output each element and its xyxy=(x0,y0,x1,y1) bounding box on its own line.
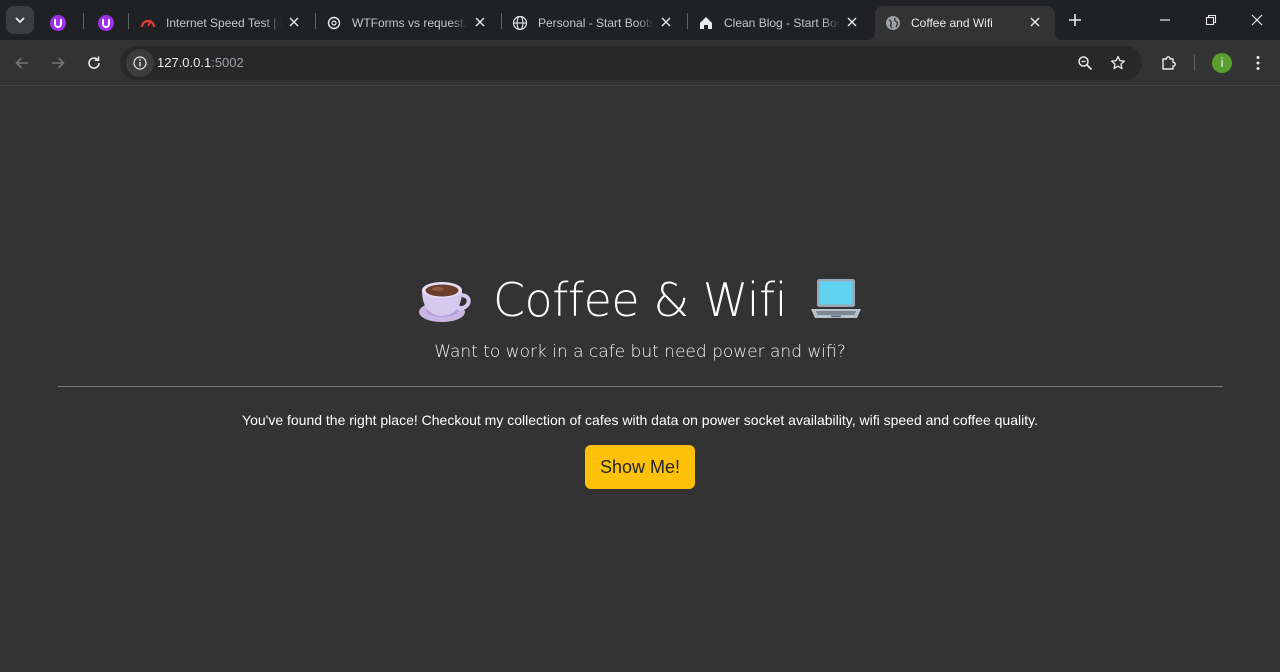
page-content: Coffee & Wifi Want to work in a cafe but… xyxy=(0,87,1280,672)
arrow-left-icon xyxy=(15,57,28,69)
new-tab-button[interactable] xyxy=(1063,8,1087,32)
openai-icon xyxy=(326,15,342,31)
tab-title: WTForms vs request.form xyxy=(352,16,468,30)
show-me-button[interactable]: Show Me! xyxy=(585,445,695,489)
browser-tab[interactable] xyxy=(40,6,80,40)
kebab-menu-icon xyxy=(1256,56,1260,70)
home-icon xyxy=(698,15,714,31)
close-icon xyxy=(1251,14,1263,26)
browser-tab-active[interactable]: Coffee and Wifi xyxy=(867,6,1063,40)
globe-icon xyxy=(512,15,528,31)
close-icon[interactable] xyxy=(472,14,488,30)
forward-button[interactable] xyxy=(44,49,72,77)
close-icon[interactable] xyxy=(844,14,860,30)
tab-strip: Internet Speed Test | Fast.com WTForms v… xyxy=(0,0,1280,40)
toolbar-separator xyxy=(1194,55,1195,71)
globe-icon xyxy=(885,15,901,31)
browser-tab-personal[interactable]: Personal - Start Bootstrap xyxy=(502,6,686,40)
close-icon[interactable] xyxy=(1027,14,1043,30)
profile-avatar[interactable]: i xyxy=(1212,53,1232,73)
tab-separator xyxy=(128,13,129,29)
star-icon xyxy=(1110,55,1126,70)
close-window-button[interactable] xyxy=(1234,0,1280,40)
puzzle-icon xyxy=(1162,56,1176,70)
reload-button[interactable] xyxy=(80,49,108,77)
close-icon[interactable] xyxy=(658,14,674,30)
browser-tab-wtforms[interactable]: WTForms vs request.form xyxy=(316,6,500,40)
minimize-icon xyxy=(1160,19,1170,21)
divider xyxy=(58,386,1223,387)
restore-icon xyxy=(1205,14,1217,26)
arrow-right-icon xyxy=(52,57,65,69)
hero-heading: Coffee & Wifi xyxy=(0,273,1280,327)
hero-subtitle: Want to work in a cafe but need power an… xyxy=(434,342,846,362)
hero-title-text: Coffee & Wifi xyxy=(492,273,788,327)
tab-title: Coffee and Wifi xyxy=(911,16,993,30)
tab-title: Internet Speed Test | Fast.com xyxy=(166,16,282,30)
purple-u-extension-icon xyxy=(50,15,66,31)
chevron-down-icon xyxy=(15,17,25,24)
lead-text: You've found the right place! Checkout m… xyxy=(242,412,1038,428)
browser-toolbar: 127.0.0.1:5002 i xyxy=(0,40,1280,86)
menu-button[interactable] xyxy=(1244,49,1272,77)
tab-title: Clean Blog - Start Bootstrap xyxy=(724,16,840,30)
minimize-button[interactable] xyxy=(1142,0,1188,40)
url-text[interactable]: 127.0.0.1:5002 xyxy=(157,55,244,70)
bookmark-button[interactable] xyxy=(1106,51,1130,75)
tab-title: Personal - Start Bootstrap xyxy=(538,16,654,30)
address-bar[interactable]: 127.0.0.1:5002 xyxy=(120,46,1142,80)
restore-button[interactable] xyxy=(1188,0,1234,40)
zoom-out-icon xyxy=(1078,56,1093,71)
back-button[interactable] xyxy=(8,49,36,77)
zoom-button[interactable] xyxy=(1073,51,1097,75)
site-info-button[interactable] xyxy=(126,49,154,77)
extensions-button[interactable] xyxy=(1155,49,1183,77)
info-icon xyxy=(133,56,147,70)
browser-tab-clean-blog[interactable]: Clean Blog - Start Bootstrap xyxy=(688,6,872,40)
url-host: 127.0.0.1 xyxy=(157,55,212,70)
speedometer-icon xyxy=(140,15,156,31)
browser-tab[interactable] xyxy=(88,6,128,40)
purple-u-extension-icon xyxy=(98,15,114,31)
close-icon[interactable] xyxy=(286,14,302,30)
tab-search-button[interactable] xyxy=(6,6,34,34)
laptop-icon xyxy=(809,273,863,327)
url-port: :5002 xyxy=(211,55,244,70)
plus-icon xyxy=(1069,14,1081,26)
reload-icon xyxy=(88,56,100,69)
tab-separator xyxy=(83,13,84,29)
browser-tab-speed-test[interactable]: Internet Speed Test | Fast.com xyxy=(130,6,314,40)
coffee-cup-icon xyxy=(417,273,471,327)
